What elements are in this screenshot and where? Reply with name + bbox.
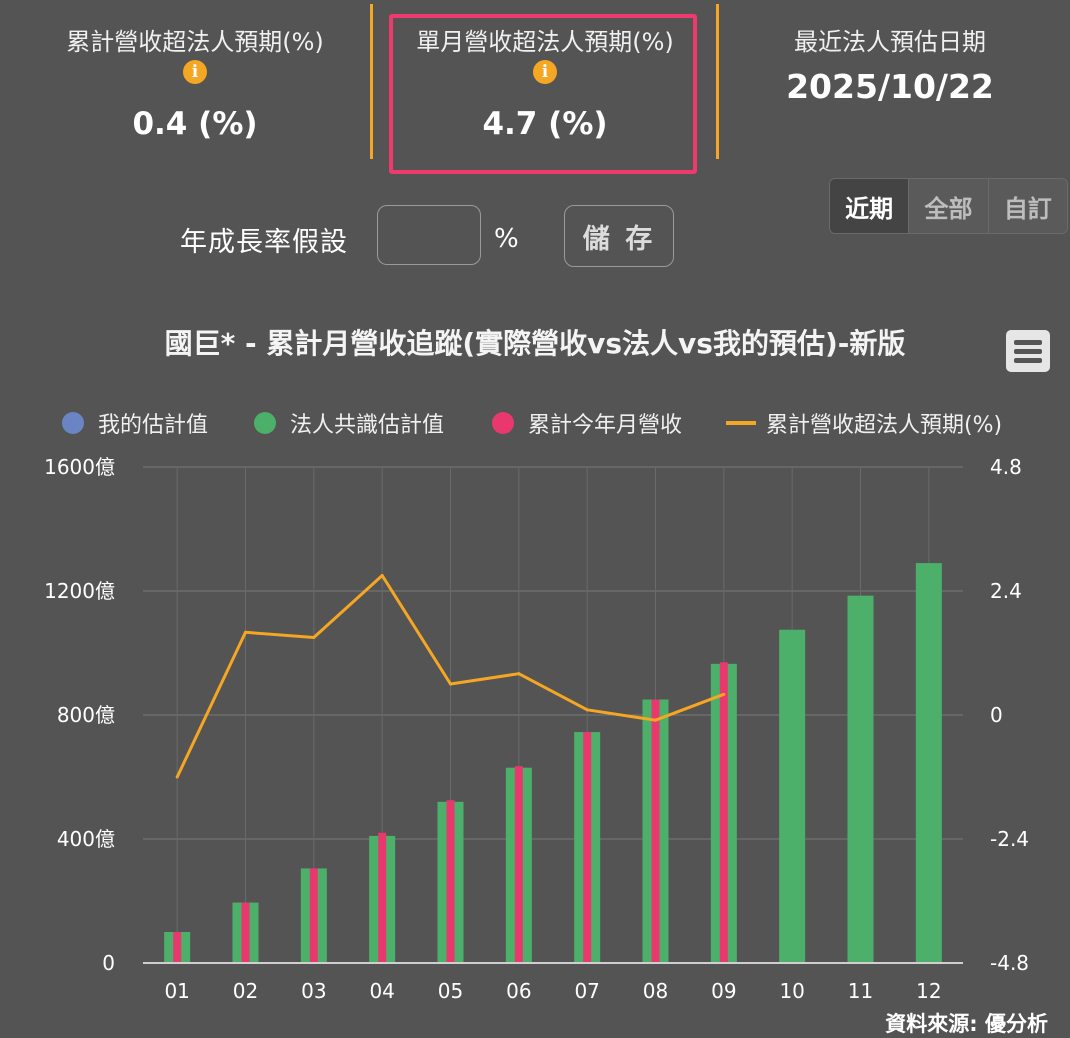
line-point	[380, 574, 384, 577]
y-left-tick-label: 1600億	[44, 455, 115, 479]
x-tick-label: 05	[438, 979, 463, 1003]
bar-consensus	[915, 563, 942, 963]
x-tick-label: 07	[574, 979, 599, 1003]
x-tick-label: 08	[643, 979, 668, 1003]
bar-actual	[309, 868, 318, 963]
line-point	[449, 682, 452, 686]
line-point	[585, 708, 589, 712]
bar-actual	[446, 800, 455, 963]
y-right-tick-label: -4.8	[990, 951, 1029, 975]
x-tick-label: 02	[233, 979, 258, 1003]
x-tick-label: 03	[301, 979, 326, 1003]
x-tick-label: 09	[711, 979, 736, 1003]
x-tick-label: 11	[848, 979, 873, 1003]
bar-consensus	[779, 629, 806, 963]
bar-actual	[173, 932, 182, 963]
y-left-tick-label: 800億	[57, 703, 115, 727]
y-right-tick-label: 0	[990, 703, 1003, 727]
bar-actual	[241, 902, 250, 963]
line-point	[175, 775, 179, 779]
y-left-tick-label: 400億	[57, 827, 115, 851]
bar-consensus	[847, 595, 874, 963]
line-point	[244, 630, 247, 634]
y-right-tick-label: -2.4	[990, 827, 1029, 851]
bar-actual	[378, 832, 387, 963]
line-point	[517, 672, 521, 676]
line-point	[312, 636, 316, 639]
bar-actual	[583, 732, 592, 963]
y-left-tick-label: 1200億	[44, 579, 115, 603]
line-point	[654, 718, 657, 722]
chart-plot: 0 -4.8 400億 -2.4 800億 0 1200億 2.4 1600億 4.8 01 02 03…	[44, 455, 1029, 1003]
y-right-tick-label: 4.8	[990, 455, 1022, 479]
x-tick-label: 01	[164, 979, 189, 1003]
line-point	[722, 692, 726, 696]
x-tick-label: 06	[506, 979, 531, 1003]
y-right-tick-label: 2.4	[990, 579, 1022, 603]
x-tick-label: 10	[779, 979, 804, 1003]
y-left-tick-label: 0	[102, 951, 115, 975]
bar-actual	[651, 699, 660, 963]
bar-actual	[514, 766, 523, 963]
source-credit: 資料來源: 優分析	[885, 1012, 1048, 1036]
x-tick-label: 12	[916, 979, 941, 1003]
x-tick-label: 04	[369, 979, 394, 1003]
bar-actual	[719, 662, 728, 963]
